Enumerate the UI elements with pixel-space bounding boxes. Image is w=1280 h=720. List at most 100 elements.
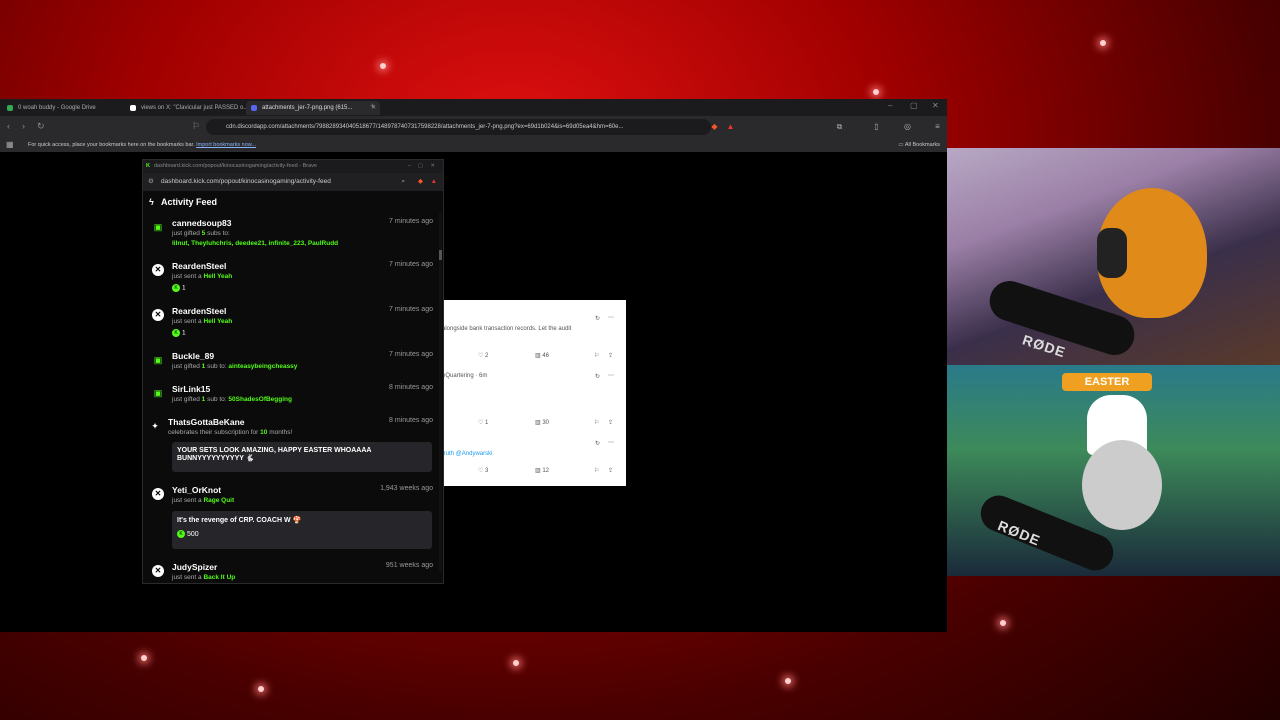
feed-username[interactable]: Buckle_89: [172, 351, 214, 361]
sidebar-icon[interactable]: ▯: [872, 122, 881, 131]
background-sparkle: [513, 660, 519, 666]
brave-rewards-icon[interactable]: ▲: [431, 173, 437, 191]
views-count: ▥ 12: [535, 468, 550, 474]
activity-feed-header: ϟ Activity Feed: [143, 193, 443, 211]
kick-coin-icon: K: [172, 284, 180, 292]
share-icon: ⇪: [608, 353, 614, 359]
import-bookmarks-link[interactable]: Import bookmarks now...: [196, 142, 256, 148]
extensions-icon[interactable]: ⧉: [835, 122, 844, 131]
close-window-button[interactable]: ✕: [932, 101, 939, 110]
reward-amount: K1: [172, 329, 186, 337]
feed-username[interactable]: Yeti_OrKnot: [172, 485, 221, 495]
tab-x-post[interactable]: views on X: "Clavicular just PASSED o...: [125, 101, 259, 115]
feed-time: 7 minutes ago: [389, 306, 433, 313]
feed-item: ✕ JudySpizer 951 weeks ago just sent a B…: [143, 562, 443, 582]
bookmark-icon: ⚐: [594, 468, 600, 474]
like-value: 3: [485, 468, 489, 474]
reward-amount: K1: [172, 284, 186, 292]
feed-action: just sent a Hell Yeah: [172, 318, 232, 325]
brave-shield-icon[interactable]: ◆: [710, 122, 719, 131]
background-sparkle: [380, 63, 386, 69]
message-text: It's the revenge of CRP. COACH W 🍄: [177, 517, 302, 524]
feed-username[interactable]: ReardenSteel: [172, 261, 226, 271]
menu-icon[interactable]: ≡: [933, 122, 942, 131]
action-text: just gifted: [172, 396, 200, 403]
person-head: [1082, 440, 1162, 530]
action-suffix: months!: [269, 429, 293, 436]
feed-time: 7 minutes ago: [389, 261, 433, 268]
views-count: ▥ 46: [535, 353, 550, 359]
action-suffix: sub to:: [207, 396, 227, 403]
feed-username[interactable]: cannedsoup83: [172, 218, 232, 228]
scrollbar-thumb[interactable]: [439, 250, 442, 260]
feed-item: ▣ SirLink15 8 minutes ago just gifted 1 …: [143, 384, 443, 412]
new-tab-button[interactable]: +: [370, 101, 375, 111]
amount-value: 1: [182, 284, 186, 292]
like-count: ♡ 3: [478, 468, 489, 474]
wallet-icon[interactable]: ◎: [903, 122, 912, 131]
background-sparkle: [141, 655, 147, 661]
tab-google-drive[interactable]: 0 woah buddy - Google Drive: [2, 101, 138, 115]
popout-close-button[interactable]: ✕: [430, 160, 435, 173]
brave-shield-icon[interactable]: ◆: [418, 173, 423, 191]
feed-item: ✕ ReardenSteel 7 minutes ago just sent a…: [143, 261, 443, 301]
image-icon: [251, 105, 257, 111]
feed-username[interactable]: ReardenSteel: [172, 306, 226, 316]
tab-attachment-image[interactable]: attachments_jer-7-png.png (615... ✕: [246, 101, 380, 115]
feed-username[interactable]: ThatsGottaBeKane: [168, 417, 245, 427]
kick-reward-icon: ✕: [152, 488, 164, 500]
feed-time: 951 weeks ago: [385, 562, 433, 569]
more-icon: ⋯: [608, 315, 614, 321]
feed-action: just gifted 1 sub to: ainteasybeingcheas…: [172, 363, 297, 370]
popout-address-bar[interactable]: ⚙ dashboard.kick.com/popout/kinocasinoga…: [143, 173, 443, 191]
more-icon: ⋯: [608, 373, 614, 379]
address-bar[interactable]: cdn.discordapp.com/attachments/798828934…: [206, 119, 711, 135]
back-button[interactable]: ‹: [7, 121, 10, 131]
feed-time: 8 minutes ago: [389, 417, 433, 424]
feed-time: 7 minutes ago: [389, 351, 433, 358]
views-value: 12: [542, 468, 550, 474]
forward-button[interactable]: ›: [22, 121, 25, 131]
bookmarks-hint: For quick access, place your bookmarks h…: [28, 138, 256, 152]
webcam-top: RØDE: [947, 148, 1280, 365]
maximize-button[interactable]: ▢: [910, 101, 918, 110]
feed-item: ▣ Buckle_89 7 minutes ago just gifted 1 …: [143, 351, 443, 379]
action-text: just gifted: [172, 230, 200, 237]
kick-coin-icon: K: [177, 530, 185, 538]
feed-username[interactable]: SirLink15: [172, 384, 210, 394]
bookmarks-hint-text: For quick access, place your bookmarks h…: [28, 142, 195, 148]
browser-window: 0 woah buddy - Google Drive views on X: …: [0, 99, 947, 632]
views-count: ▥ 30: [535, 420, 550, 426]
site-info-icon: ⚙: [148, 178, 154, 185]
like-count: ♡ 2: [478, 353, 489, 359]
views-value: 30: [542, 420, 550, 426]
gift-recipients: ainteasybeingcheassy: [228, 363, 298, 370]
minimize-button[interactable]: –: [888, 101, 892, 110]
sub-message: YOUR SETS LOOK AMAZING, HAPPY EASTER WHO…: [172, 442, 432, 472]
all-bookmarks-button[interactable]: ▭ All Bookmarks: [898, 138, 940, 152]
feed-action: just gifted 1 sub to: 50ShadesOfBegging: [172, 396, 292, 403]
scrollbar[interactable]: [439, 212, 442, 572]
reward-name: Back It Up: [203, 574, 236, 581]
bookmark-icon[interactable]: ⚐: [192, 121, 200, 132]
popout-minimize-button[interactable]: –: [408, 160, 411, 173]
google-drive-icon: [7, 105, 13, 111]
brave-rewards-icon[interactable]: ▲: [726, 122, 735, 131]
gift-icon: ▣: [153, 355, 163, 365]
feed-action: celebrates their subscription for 10 mon…: [168, 429, 292, 436]
gift-icon: ▣: [153, 388, 163, 398]
zoom-icon[interactable]: ⌕: [401, 173, 405, 191]
tab-label: attachments_jer-7-png.png (615...: [262, 105, 353, 111]
kick-reward-icon: ✕: [152, 309, 164, 321]
share-icon: ⇪: [608, 420, 614, 426]
views-value: 46: [542, 353, 550, 359]
popout-maximize-button[interactable]: ▢: [418, 160, 423, 173]
amount-value: 500: [187, 530, 199, 538]
feed-username[interactable]: JudySpizer: [172, 562, 217, 572]
gift-count: 1: [201, 396, 206, 403]
reload-button[interactable]: ↻: [37, 121, 45, 132]
share-icon: ⇪: [608, 468, 614, 474]
apps-grid-icon[interactable]: ▦: [6, 138, 14, 152]
activity-feed-popout: K dashboard.kick.com/popout/kinocasinoga…: [142, 159, 444, 584]
action-suffix: subs to:: [207, 230, 230, 237]
